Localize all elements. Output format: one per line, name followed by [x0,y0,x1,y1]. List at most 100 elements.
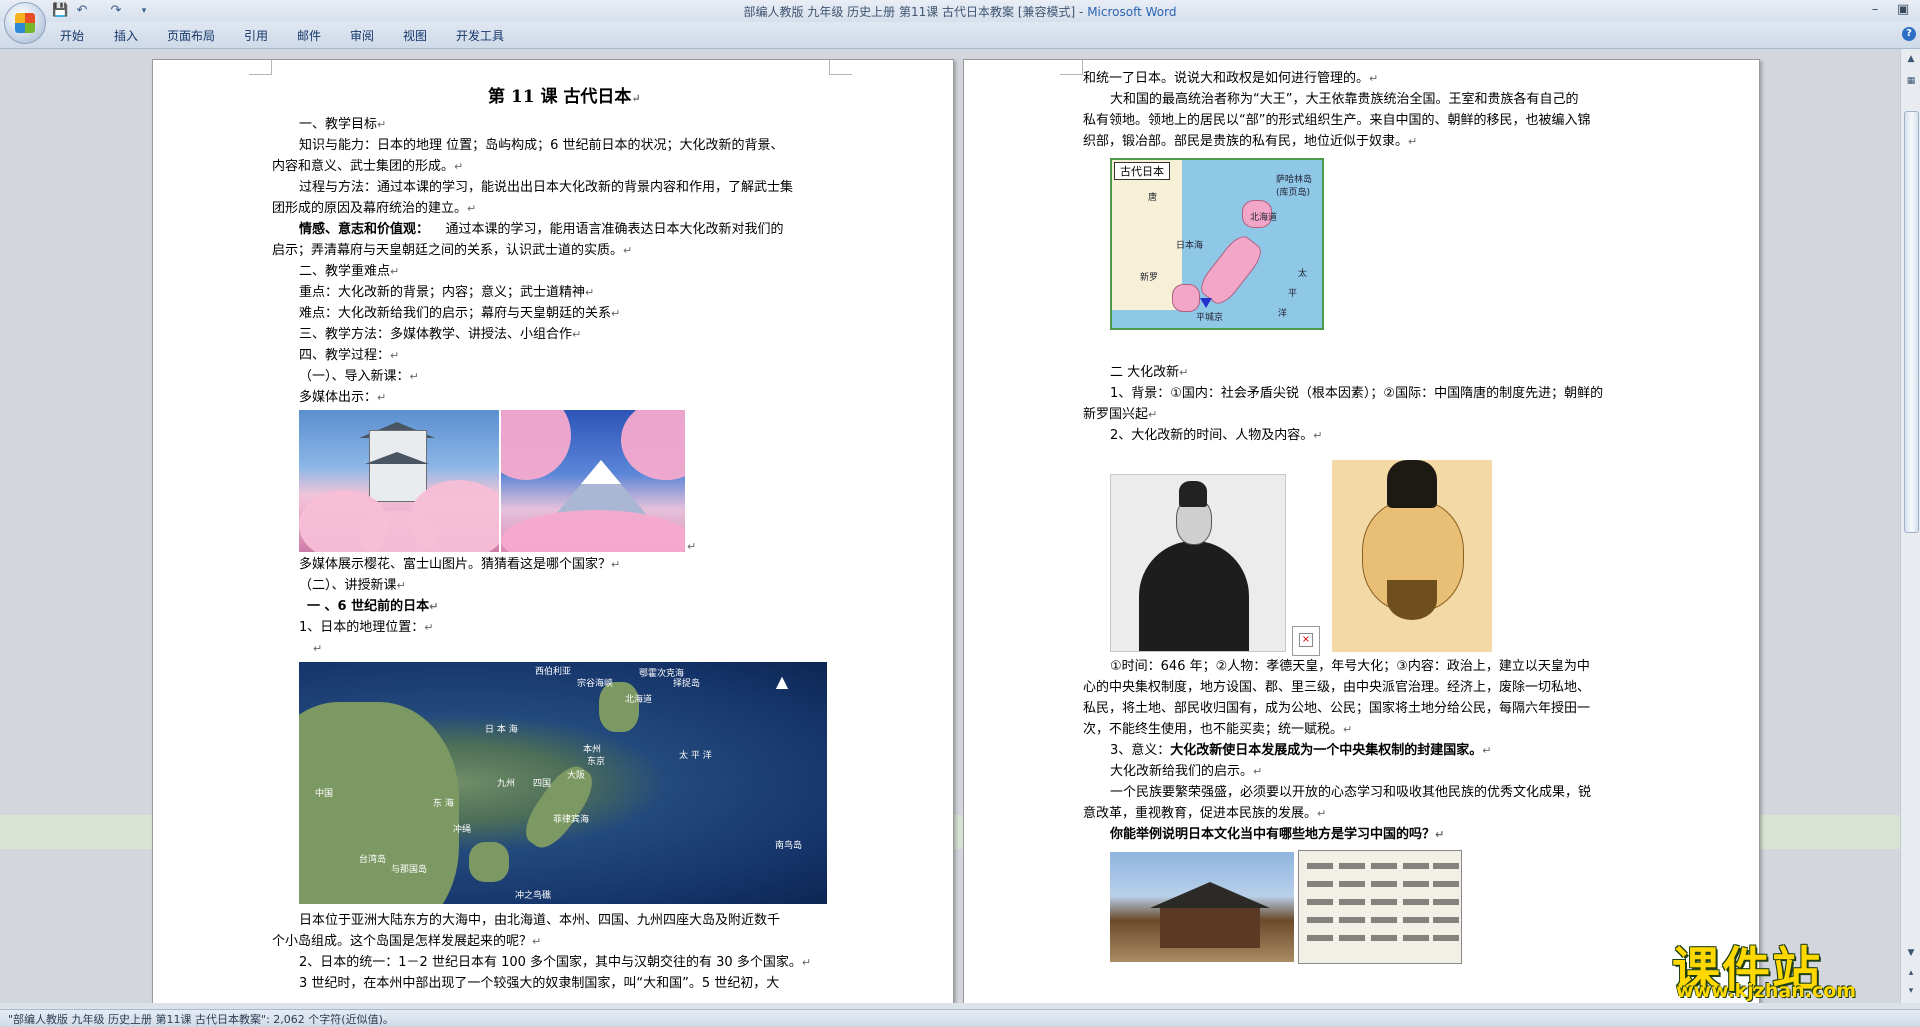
castle-shape [369,430,427,502]
tab-developer[interactable]: 开发工具 [456,27,504,44]
paragraph-text: 意改革，重视教育，促进本民族的发展。 [1083,806,1318,821]
status-bar: "部编人教版 九年级 历史上册 第11课 古代日本教案": 2,062 个字符(… [0,1009,1920,1026]
paragraph: 情感、意志和价值观： 通过本课的学习，能用语言准确表达日本大化改新对我们的 [299,219,784,240]
paragraph-text: 二、教学重难点 [299,264,391,279]
missing-image-icon: × [1292,626,1320,656]
crop-mark [1060,60,1083,75]
paragraph: 私民，将土地、部民收归国有，成为公地、公民；国家将土地分给公民，每隔六年授田一 [1083,698,1590,719]
page-title-text: 第 11 课 古代日本 [488,87,632,107]
island-shape [1172,284,1200,312]
paragraph: 四、教学过程：↵ [299,348,400,363]
hat-shape [1179,481,1207,507]
paragraph: 重点：大化改新的背景；内容；意义；武士道精神↵ [299,285,595,300]
window-title: 部编人教版 九年级 历史上册 第11课 古代日本教案 [兼容模式] - Micr… [0,3,1920,20]
paragraph: 知识与能力：日本的地理 位置；岛屿构成；6 世纪前日本的状况；大化改新的背景、 [299,135,784,156]
map-label: 四国 [533,779,552,789]
page-title: 第 11 课 古代日本↵ [488,87,641,107]
paragraph: 3、意义：大化改新使日本发展成为一个中央集权制的封建国家。↵ [1110,743,1492,758]
paragraph: 1、背景：①国内：社会矛盾尖锐（根本因素）；②国际：中国隋唐的制度先进；朝鲜的 [1110,383,1603,404]
map-label: 日本海 [1176,241,1204,251]
office-button[interactable] [4,2,46,44]
paragraph-text: 次，不能终生使用，也不能买卖；统一赋税。 [1083,722,1344,737]
paragraph: 大化改新给我们的启示。↵ [1110,764,1263,779]
paragraph-text: 1、背景：①国内：社会矛盾尖锐（根本因素）；②国际：中国隋唐的制度先进；朝鲜的 [1110,386,1604,401]
paragraph-text: 2、日本的统一：1－2 世纪日本有 100 多个国家，其中与汉朝交往的有 30 … [299,955,802,970]
paragraph: 启示；弄清幕府与天皇朝廷之间的关系，认识武士道的实质。↵ [272,243,633,258]
paragraph: 3 世纪时，在本州中部出现了一个较强大的奴隶制国家，叫“大和国”。5 世纪初，大 [299,973,779,994]
next-page-icon[interactable]: ▾ [1905,985,1917,997]
paragraph-bold-text: 情感、意志和价值观： [299,222,430,237]
emperor-portrait-image [1110,474,1286,652]
ruler-toggle-icon[interactable]: ▦ [1905,75,1917,87]
vertical-scrollbar[interactable]: ▲ ▦ ▼ ▴ ▾ [1900,49,1920,1003]
map-label: 萨哈林岛(库页岛) [1276,175,1313,198]
land-shape [599,682,639,732]
office-logo-icon [15,13,35,33]
paragraph: 内容和意义、武士集团的形成。↵ [272,159,464,174]
paragraph-text: 和统一了日本。说说大和政权是如何进行管理的。 [1083,71,1370,86]
paragraph-text: 织部，锻冶部。部民是贵族的私有民，地位近似于奴隶。 [1083,134,1409,149]
paragraph-text: 私民，将土地、部民收归国有，成为公地、公民；国家将土地分给公民，每隔六年授田一 [1083,701,1591,716]
scroll-up-icon[interactable]: ▲ [1905,53,1917,65]
paragraph-text: 大和国的最高统治者称为“大王”，大王依靠贵族统治全国。王室和贵族各有自己的 [1110,92,1579,107]
paragraph: （一）、导入新课：↵ [299,369,419,384]
tab-mailings[interactable]: 邮件 [297,27,321,44]
paragraph-text: 大化改新给我们的启示。 [1110,764,1254,779]
map-label: 大阪 [567,771,586,781]
map-label: 东京 [587,757,606,767]
paragraph: （二）、讲授新课↵ [299,578,406,593]
paragraph: 2、大化改新的时间、人物及内容。↵ [1110,428,1323,443]
tab-page-layout[interactable]: 页面布局 [167,27,215,44]
document-workspace: 第 11 课 古代日本↵ 一、教学目标↵ 知识与能力：日本的地理 位置；岛屿构成… [0,49,1900,1003]
tab-view[interactable]: 视图 [403,27,427,44]
tab-insert[interactable]: 插入 [114,27,138,44]
crop-mark [829,60,852,75]
calligraphy-column [1403,857,1429,953]
paragraph-text: 私有领地。领地上的居民以“部”的形式组织生产。来自中国的、朝鲜的移民，也被编入锦 [1083,113,1591,128]
paragraph-text: 通过本课的学习，能用语言准确表达日本大化改新对我们的 [445,222,784,237]
map-label: 洋 [1278,309,1288,319]
calligraphy-column [1433,857,1459,953]
paragraph-mark: ↵ [313,642,323,655]
map-label: 平 [1288,289,1298,299]
paragraph: 2、日本的统一：1－2 世纪日本有 100 多个国家，其中与汉朝交往的有 30 … [299,955,812,970]
document-page-left[interactable]: 第 11 课 古代日本↵ 一、教学目标↵ 知识与能力：日本的地理 位置；岛屿构成… [152,59,954,1003]
paragraph: 心的中央集权制度，地方设国、郡、里三级，由中央派官治理。经济上，废除一切私地、 [1083,677,1590,698]
tab-home[interactable]: 开始 [60,27,84,44]
broken-image-icon: × [1299,633,1313,647]
map-label: 南鸟岛 [775,841,803,851]
minimize-icon[interactable]: – [1862,1,1888,19]
paragraph: ①时间：646 年；②人物：孝德天皇，年号大化；③内容：政治上，建立以天皇为中 [1110,656,1590,677]
calligraphy-column [1339,857,1365,953]
snow-cap [581,460,621,484]
map-label: 与那国岛 [391,865,428,875]
japan-satellite-map: 西伯利亚 宗谷海峡 鄂霍次克海 择捉岛 北海道 日 本 海 本州 太 平 洋 九… [299,662,827,904]
help-icon[interactable]: ? [1902,27,1916,41]
crop-mark [249,60,272,75]
paragraph-text: 团形成的原因及幕府统治的建立。 [272,201,468,216]
scroll-down-icon[interactable]: ▼ [1905,947,1917,959]
paragraph: 一 、6 世纪前的日本↵ [307,599,439,614]
previous-page-icon[interactable]: ▴ [1905,967,1917,979]
calligraphy-column [1307,857,1333,953]
paragraph: 一、教学目标↵ [299,117,387,132]
tab-references[interactable]: 引用 [244,27,268,44]
paragraph-text: ①时间：646 年；②人物：孝德天皇，年号大化；③内容：政治上，建立以天皇为中 [1110,659,1590,674]
paragraph: 一个民族要繁荣强盛，必须要以开放的心态学习和吸收其他民族的优秀文化成果，锐 [1110,782,1591,803]
document-page-right[interactable]: 和统一了日本。说说大和政权是如何进行管理的。↵ 大和国的最高统治者称为“大王”，… [963,59,1760,1003]
map-caption: 古代日本 [1114,162,1170,180]
paragraph: 过程与方法：通过本课的学习，能说出出日本大化改新的背景内容和作用，了解武士集 [299,177,793,198]
hat-shape [1387,460,1437,508]
scrollbar-thumb[interactable] [1904,111,1919,533]
paragraph-text: 3 世纪时，在本州中部出现了一个较强大的奴隶制国家，叫“大和国”。5 世纪初，大 [299,976,780,991]
map-label: 东 海 [433,799,454,809]
paragraph-text: 1、日本的地理位置： [299,620,425,635]
capital-marker-icon [1200,298,1212,308]
tab-review[interactable]: 审阅 [350,27,374,44]
calligraphy-image [1298,850,1462,964]
paragraph-mark: ↵ [687,540,697,553]
fuji-sakura-image [501,410,685,552]
restore-icon[interactable]: ▣ [1890,1,1916,19]
paragraph-text: 2、大化改新的时间、人物及内容。 [1110,428,1314,443]
site-watermark: 课件站 www.kjzhan.com [1672,930,1902,1004]
